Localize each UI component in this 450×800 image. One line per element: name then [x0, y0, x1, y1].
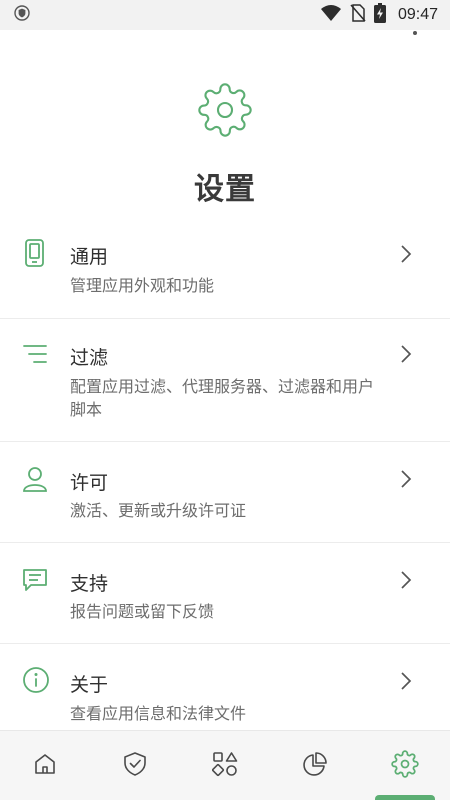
- settings-item-description: 激活、更新或升级许可证: [70, 501, 247, 520]
- gear-icon: [0, 82, 450, 142]
- settings-item-title: 过滤: [70, 347, 109, 369]
- settings-item-general[interactable]: 通用 管理应用外观和功能: [0, 220, 450, 319]
- status-time: 09:47: [397, 6, 438, 23]
- page-title: 设置: [194, 172, 256, 207]
- bottom-nav: [0, 730, 450, 800]
- settings-item-title: 支持: [70, 573, 109, 595]
- settings-item-description: 查看应用信息和法律文件: [70, 704, 247, 723]
- settings-item-about[interactable]: 关于 查看应用信息和法律文件: [0, 644, 450, 731]
- wifi-icon: [320, 4, 342, 26]
- settings-item-title: 通用: [70, 246, 109, 268]
- user-icon: [22, 466, 48, 496]
- chevron-right-icon: [400, 244, 412, 268]
- nav-settings[interactable]: [360, 731, 450, 800]
- settings-item-title: 关于: [70, 674, 109, 696]
- vpn-shield-icon: [14, 5, 30, 25]
- settings-item-support[interactable]: 支持 报告问题或留下反馈: [0, 543, 450, 644]
- nav-statistics[interactable]: [270, 731, 360, 800]
- chevron-right-icon: [400, 570, 412, 594]
- settings-item-filtering[interactable]: 过滤 配置应用过滤、代理服务器、过滤器和用户脚本: [0, 319, 450, 442]
- settings-list: 通用 管理应用外观和功能 过滤 配置应用过滤、代理服务器、过滤器和用户脚本 许可…: [0, 220, 450, 731]
- chevron-right-icon: [400, 469, 412, 493]
- page-header: 设置: [0, 82, 450, 208]
- stats-pie-icon: [302, 751, 328, 781]
- overflow-menu-icon[interactable]: [413, 31, 417, 35]
- status-bar: 09:47: [0, 0, 450, 30]
- chevron-right-icon: [400, 671, 412, 695]
- nav-apps[interactable]: [180, 731, 270, 800]
- chevron-right-icon: [400, 344, 412, 368]
- settings-item-description: 报告问题或留下反馈: [70, 602, 215, 621]
- info-icon: [22, 666, 50, 698]
- gear-icon: [391, 750, 419, 782]
- home-icon: [33, 752, 57, 780]
- shield-check-icon: [122, 751, 148, 781]
- nav-home[interactable]: [0, 731, 90, 800]
- settings-item-license[interactable]: 许可 激活、更新或升级许可证: [0, 442, 450, 543]
- nav-protection[interactable]: [90, 731, 180, 800]
- settings-item-description: 管理应用外观和功能: [70, 276, 215, 295]
- settings-item-title: 许可: [70, 472, 109, 494]
- phone-icon: [22, 239, 48, 271]
- settings-item-description: 配置应用过滤、代理服务器、过滤器和用户脚本: [70, 377, 375, 419]
- filter-lines-icon: [22, 343, 50, 369]
- apps-icon: [211, 751, 238, 781]
- active-tab-indicator: [375, 795, 435, 800]
- chat-icon: [22, 567, 48, 597]
- battery-charging-icon: [373, 3, 386, 27]
- no-sim-icon: [350, 4, 366, 26]
